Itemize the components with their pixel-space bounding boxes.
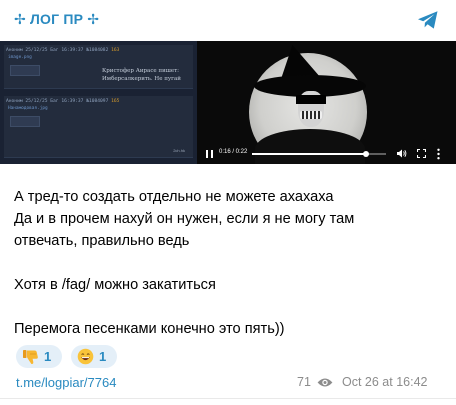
view-count: 71 (297, 375, 311, 389)
board-post: Аноним 25/12/25 Баг 16:39:37 №1084097 16… (4, 96, 193, 158)
post-link[interactable]: t.me/logpiar/7764 (16, 375, 116, 390)
telegram-send-icon[interactable] (416, 8, 440, 32)
media-attachment[interactable]: Аноним 25/12/25 Баг 16:39:37 №1084082 16… (0, 41, 456, 164)
message-line (14, 252, 444, 274)
video-progress-bar[interactable] (252, 151, 386, 157)
message-line: Да и в прочем нахуй он нужен, если я не … (14, 211, 355, 227)
post-thumbnail (10, 116, 40, 127)
post-file-name: Нанамодовая.jpg (8, 106, 48, 111)
card-divider (0, 398, 456, 399)
reaction-count: 1 (99, 349, 107, 364)
post-file-name: image.png (8, 55, 32, 60)
channel-name[interactable]: ✢ ЛОГ ПР ✢ (14, 11, 99, 28)
board-screenshot: Аноним 25/12/25 Баг 16:39:37 №1084082 16… (0, 41, 197, 164)
grinning-face-icon (77, 348, 94, 365)
pause-icon[interactable] (206, 150, 213, 158)
site-watermark: 2ch.hk (173, 148, 185, 153)
post-quote-line: Имберсалкерить. Не пугай (102, 76, 181, 82)
reaction-grinning-face[interactable]: 1 (71, 345, 117, 368)
post-meta: Аноним 25/12/25 Баг 16:39:37 №1084082 (6, 48, 109, 53)
censor-bar (296, 95, 326, 104)
video-player[interactable]: 0:16 / 0:22 (197, 41, 456, 164)
video-time: 0:16 / 0:22 (219, 149, 248, 155)
thumbs-down-icon (23, 350, 38, 364)
volume-icon[interactable] (397, 149, 407, 158)
post-meta: Аноним 25/12/25 Баг 16:39:37 №1084097 (6, 99, 109, 104)
video-controls: 0:16 / 0:22 (197, 144, 456, 164)
message-line: А тред-то создать отдельно не можете аха… (14, 189, 334, 205)
reaction-thumbs-down[interactable]: 1 (16, 345, 62, 368)
post-date: Oct 26 at 16:42 (342, 375, 428, 389)
message-line: Перемога песенками конечно это пять)) (14, 321, 285, 337)
post-badge: 163 (111, 48, 120, 53)
video-progress-knob[interactable] (362, 151, 369, 157)
message-header: ✢ ЛОГ ПР ✢ (0, 0, 456, 40)
message-text: А тред-то создать отдельно не можете аха… (14, 186, 444, 340)
eye-icon (317, 378, 333, 387)
message-line (14, 296, 444, 318)
fullscreen-icon[interactable] (417, 149, 426, 158)
message-line: Хотя в /fag/ можно закатиться (14, 277, 216, 293)
reaction-count: 1 (44, 349, 52, 364)
more-options-icon[interactable] (437, 148, 440, 160)
post-badge: 165 (111, 99, 120, 104)
post-thumbnail (10, 65, 40, 76)
message-line: отвечать, правильно ведь (14, 233, 190, 249)
message-card: ✢ ЛОГ ПР ✢ Аноним 25/12/25 Баг 16:39:37 … (0, 0, 456, 405)
skull-jaw (300, 111, 322, 119)
board-post: Аноним 25/12/25 Баг 16:39:37 №1084082 16… (4, 45, 193, 89)
post-quote-line: Кристофер Аирасе пишет: (102, 68, 180, 74)
video-progress-fill (252, 153, 366, 155)
